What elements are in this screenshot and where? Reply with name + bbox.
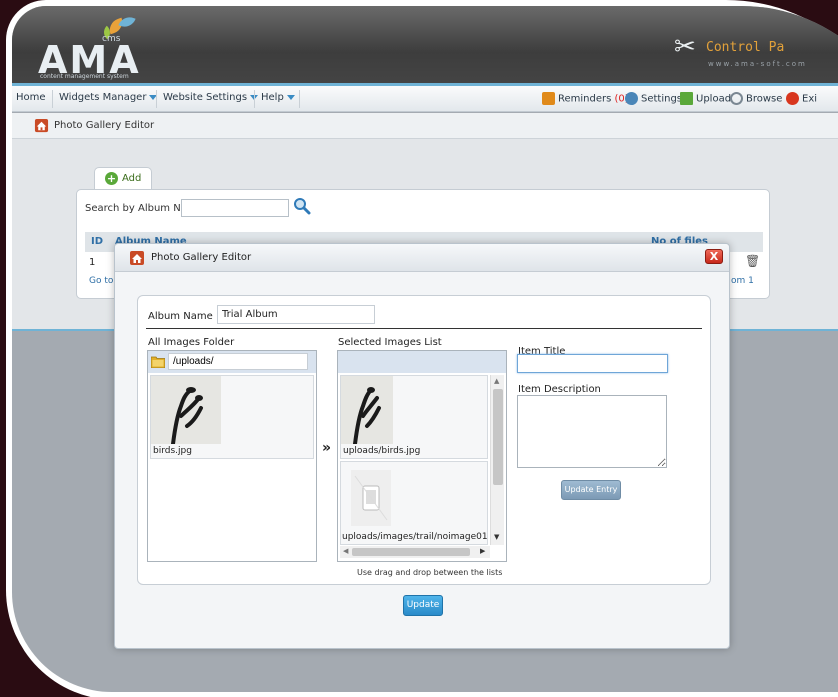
menu-divider: [299, 90, 300, 108]
scroll-thumb[interactable]: [493, 389, 503, 485]
chevron-down-icon: [286, 94, 295, 100]
no-image-icon: [351, 470, 391, 526]
image-thumbnail: [341, 376, 393, 444]
menu-divider: [156, 90, 157, 108]
pager-go-to[interactable]: Go to: [89, 276, 113, 286]
album-name-label: Album Name: [148, 311, 213, 322]
photo-gallery-editor-dialog: Photo Gallery Editor X Album Name All Im…: [114, 243, 730, 649]
app-header: cms AMA content management system ✂ Cont…: [12, 6, 838, 83]
menu-exit[interactable]: Exi: [786, 92, 817, 105]
column-id[interactable]: ID: [91, 236, 103, 247]
add-album-button[interactable]: + Add: [94, 167, 152, 189]
main-menu-bar: Home Widgets Manager Website Settings He…: [12, 86, 838, 112]
menu-divider: [52, 90, 53, 108]
scroll-down-icon[interactable]: ▼: [494, 533, 499, 541]
item-description-label: Item Description: [518, 384, 601, 395]
table-row-id: 1: [89, 257, 96, 268]
ama-logo[interactable]: cms AMA content management system: [38, 13, 188, 82]
power-icon: [786, 92, 799, 105]
all-images-list[interactable]: birds.jpg: [147, 350, 317, 562]
divider: [146, 328, 702, 329]
album-search-input[interactable]: [181, 199, 289, 217]
image-item[interactable]: birds.jpg: [150, 375, 314, 459]
gear-icon: [625, 92, 638, 105]
scroll-right-icon[interactable]: ▶: [480, 547, 485, 555]
menu-home[interactable]: Home: [16, 92, 46, 103]
logo-subtitle: content management system: [40, 73, 129, 80]
menu-help-label: Help: [261, 92, 284, 103]
menu-exit-label: Exi: [802, 93, 818, 105]
image-filename: uploads/images/trail/noimage01.pn: [342, 532, 488, 542]
menu-browse[interactable]: Browse: [730, 92, 782, 105]
pager-info: om 1: [731, 276, 754, 286]
search-icon: [730, 92, 743, 105]
album-name-input[interactable]: [217, 305, 375, 324]
scroll-thumb[interactable]: [352, 548, 470, 556]
selected-image-item[interactable]: uploads/images/trail/noimage01.pn: [340, 461, 488, 545]
selected-list-header: [338, 351, 506, 373]
plus-icon: +: [105, 172, 118, 185]
home-icon: [34, 118, 49, 133]
menu-settings-label: Settings: [641, 93, 683, 105]
control-panel-url: www.ama-soft.com: [708, 60, 807, 68]
menu-upload-label: Upload: [696, 93, 732, 105]
close-button[interactable]: X: [705, 249, 723, 264]
upload-icon: [680, 92, 693, 105]
horizontal-scrollbar[interactable]: ◀ ▶: [340, 546, 490, 558]
breadcrumb-title: Photo Gallery Editor: [54, 120, 155, 131]
drag-drop-hint: Use drag and drop between the lists: [357, 568, 503, 577]
dialog-titlebar[interactable]: Photo Gallery Editor X: [115, 244, 729, 272]
menu-browse-label: Browse: [746, 93, 783, 105]
selected-image-item[interactable]: uploads/birds.jpg: [340, 375, 488, 459]
search-icon[interactable]: [293, 197, 311, 215]
image-filename: birds.jpg: [153, 446, 192, 456]
add-label: Add: [122, 173, 142, 184]
dialog-title: Photo Gallery Editor: [151, 252, 252, 263]
double-chevron-right-icon: »: [322, 440, 332, 456]
breadcrumb: Photo Gallery Editor: [12, 113, 838, 139]
tools-icon: ✂: [674, 32, 696, 62]
menu-website-settings[interactable]: Website Settings: [163, 92, 259, 103]
folder-path-input[interactable]: [168, 353, 308, 370]
menu-reminders-label: Reminders: [558, 93, 612, 105]
menu-widgets-manager[interactable]: Widgets Manager: [59, 92, 158, 103]
all-images-label: All Images Folder: [148, 337, 235, 348]
update-entry-button[interactable]: Update Entry: [561, 480, 621, 500]
warning-icon: [542, 92, 555, 105]
control-panel-logo: ✂ Control Pa www.ama-soft.com: [674, 32, 838, 76]
menu-help[interactable]: Help: [261, 92, 295, 103]
folder-row: [148, 351, 316, 373]
menu-widgets-manager-label: Widgets Manager: [59, 92, 147, 103]
menu-upload[interactable]: Upload: [680, 92, 731, 105]
screen-frame: cms AMA content management system ✂ Cont…: [0, 0, 838, 697]
update-button[interactable]: Update: [403, 595, 443, 616]
control-panel-title: Control Pa: [706, 40, 785, 55]
selected-images-label: Selected Images List: [338, 337, 442, 348]
menu-reminders[interactable]: Reminders (0): [542, 92, 629, 105]
item-description-input[interactable]: [517, 395, 667, 468]
scroll-up-icon[interactable]: ▲: [494, 377, 499, 385]
scroll-left-icon[interactable]: ◀: [343, 547, 348, 555]
item-title-input[interactable]: [517, 354, 668, 373]
menu-settings[interactable]: Settings: [625, 92, 682, 105]
image-filename: uploads/birds.jpg: [343, 446, 421, 456]
album-editor-panel: Album Name All Images Folder: [137, 295, 711, 585]
trash-icon[interactable]: 🗑: [745, 254, 760, 268]
logo-leaf-blue: [118, 13, 136, 31]
image-thumbnail: [151, 376, 221, 444]
menu-divider: [254, 90, 255, 108]
selected-images-list[interactable]: uploads/birds.jpg uploads/images/trail/n…: [337, 350, 507, 562]
menu-website-settings-label: Website Settings: [163, 92, 248, 103]
home-icon: [130, 251, 144, 265]
app-window: cms AMA content management system ✂ Cont…: [12, 6, 838, 692]
folder-icon[interactable]: [151, 355, 165, 368]
vertical-scrollbar[interactable]: ▲ ▼: [490, 375, 504, 545]
